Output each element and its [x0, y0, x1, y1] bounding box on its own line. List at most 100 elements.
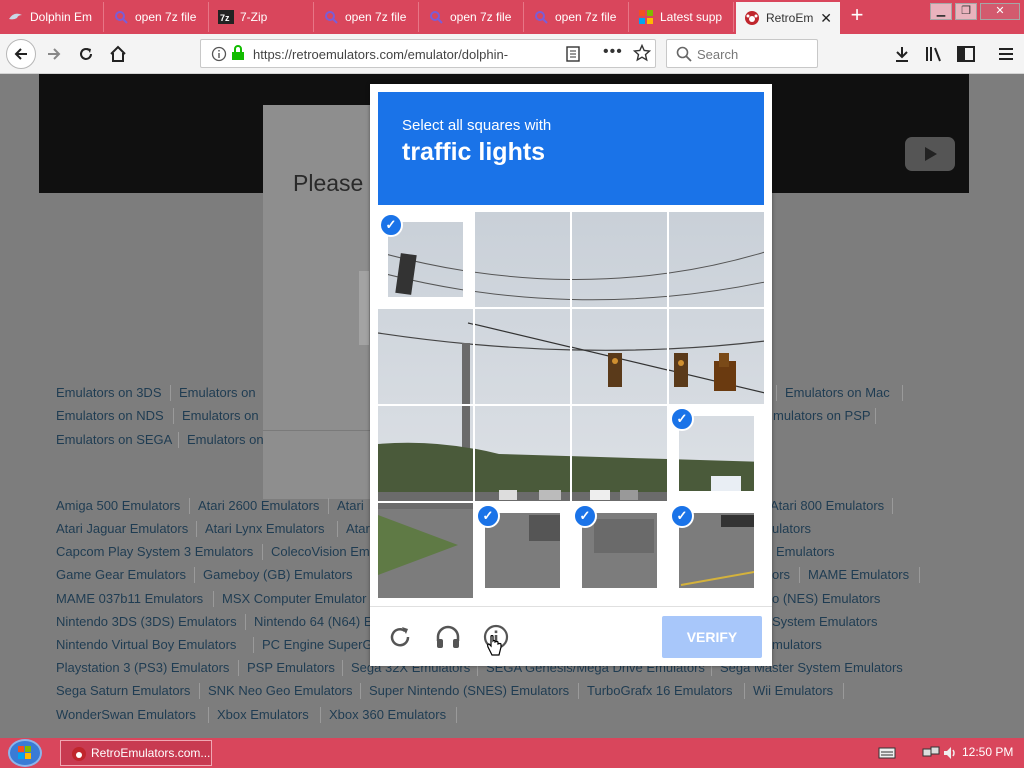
captcha-tile[interactable]: [572, 309, 667, 404]
verify-button[interactable]: VERIFY: [662, 616, 762, 658]
link-emulators[interactable]: Emulators on: [179, 385, 256, 400]
captcha-tile[interactable]: [378, 503, 473, 598]
tab-7zip[interactable]: 7z 7-Zip: [210, 2, 314, 32]
play-icon[interactable]: [905, 137, 955, 171]
link-emulators[interactable]: ors: [772, 567, 790, 582]
link-nes[interactable]: o (NES) Emulators: [772, 591, 880, 606]
captcha-tile[interactable]: [669, 309, 764, 404]
link-separator: [456, 707, 457, 723]
link-capcom[interactable]: Capcom Play System 3 Emulators: [56, 544, 253, 559]
tab-search-1[interactable]: open 7z file: [105, 2, 209, 32]
captcha-tile[interactable]: [378, 406, 473, 501]
captcha-tile[interactable]: [475, 309, 570, 404]
link-emulators[interactable]: Emulators on: [182, 408, 259, 423]
link-virtual-boy[interactable]: Nintendo Virtual Boy Emulators: [56, 637, 236, 652]
link-mame[interactable]: MAME Emulators: [808, 567, 909, 582]
tab-search-2[interactable]: open 7z file: [315, 2, 419, 32]
link-separator: [799, 567, 800, 583]
link-mame-037b11[interactable]: MAME 037b11 Emulators: [56, 591, 203, 606]
link-game-gear[interactable]: Game Gear Emulators: [56, 567, 186, 582]
link-ps3[interactable]: Playstation 3 (PS3) Emulators: [56, 660, 229, 675]
link-neo-geo[interactable]: SNK Neo Geo Emulators: [208, 683, 353, 698]
link-separator: [320, 707, 321, 723]
link-msx[interactable]: MSX Computer Emulator: [222, 591, 367, 606]
link-nintendo-64[interactable]: Nintendo 64 (N64) E: [254, 614, 373, 629]
captcha-tile[interactable]: [572, 212, 667, 307]
link-amiga[interactable]: Amiga 500 Emulators: [56, 498, 180, 513]
link-nintendo-3ds[interactable]: Nintendo 3DS (3DS) Emulators: [56, 614, 237, 629]
reader-view-icon[interactable]: [565, 46, 581, 65]
link-gameboy[interactable]: Gameboy (GB) Emulators: [203, 567, 353, 582]
library-button[interactable]: [920, 41, 948, 67]
link-saturn[interactable]: Sega Saturn Emulators: [56, 683, 190, 698]
captcha-tile[interactable]: [572, 406, 667, 501]
link-psp[interactable]: PSP Emulators: [247, 660, 335, 675]
link-colecovision[interactable]: ColecoVision Em: [271, 544, 370, 559]
link-turbografx[interactable]: TurboGrafx 16 Emulators: [587, 683, 732, 698]
downloads-button[interactable]: [888, 41, 916, 67]
more-actions-icon[interactable]: •••: [603, 43, 623, 61]
captcha-tile[interactable]: [378, 309, 473, 404]
link-xbox[interactable]: Xbox Emulators: [217, 707, 309, 722]
dialog-panel-edge: [359, 271, 369, 345]
volume-icon[interactable]: [942, 745, 958, 764]
tab-dolphin[interactable]: Dolphin Em: [0, 2, 104, 32]
link-3ds[interactable]: Emulators on 3DS: [56, 385, 162, 400]
address-bar[interactable]: https://retroemulators.com/emulator/dolp…: [200, 39, 656, 68]
link-wonderswan[interactable]: WonderSwan Emulators: [56, 707, 196, 722]
link-sega[interactable]: Emulators on SEGA: [56, 432, 172, 447]
tab-search-3[interactable]: open 7z file: [420, 2, 524, 32]
tab-label: Dolphin Em: [30, 10, 93, 24]
link-master-system[interactable]: System Emulators: [772, 614, 877, 629]
link-separator: [342, 660, 343, 676]
link-snes[interactable]: Super Nintendo (SNES) Emulators: [369, 683, 569, 698]
reload-icon: [80, 48, 92, 60]
back-button[interactable]: [6, 39, 36, 69]
search-input[interactable]: Search: [666, 39, 818, 68]
link-atari-800[interactable]: Atari 800 Emulators: [770, 498, 884, 513]
close-window-button[interactable]: ✕: [980, 3, 1020, 20]
link-atari[interactable]: Atari: [337, 498, 364, 513]
link-emulators[interactable]: Emulators on: [187, 432, 264, 447]
tab-windows[interactable]: Latest supp: [630, 2, 734, 32]
sidebar-button[interactable]: [952, 41, 980, 67]
captcha-tile[interactable]: [475, 406, 570, 501]
link-xbox-360[interactable]: Xbox 360 Emulators: [329, 707, 446, 722]
reload-challenge-icon[interactable]: [386, 623, 414, 651]
audio-challenge-icon[interactable]: [434, 623, 462, 651]
reload-button[interactable]: [72, 41, 100, 67]
captcha-tile[interactable]: [669, 212, 764, 307]
link-emulators[interactable]: mulators: [772, 637, 822, 652]
link-emulators[interactable]: Emulators: [776, 544, 835, 559]
close-tab-icon[interactable]: ✕: [820, 10, 832, 27]
link-atari-jaguar[interactable]: Atari Jaguar Emulators: [56, 521, 188, 536]
captcha-tile[interactable]: [475, 212, 570, 307]
star-icon[interactable]: [632, 43, 652, 65]
link-wii[interactable]: Wii Emulators: [753, 683, 833, 698]
forward-button[interactable]: [40, 41, 68, 67]
new-tab-button[interactable]: +: [846, 4, 868, 28]
taskbar-item-browser[interactable]: RetroEmulators.com...: [60, 740, 212, 766]
link-separator: [199, 683, 200, 699]
link-psp[interactable]: mulators on PSP: [773, 408, 871, 423]
svg-text:7z: 7z: [220, 13, 230, 23]
link-separator: [194, 567, 195, 583]
minimize-button[interactable]: ▁: [930, 3, 952, 20]
link-pc-engine[interactable]: PC Engine SuperG: [262, 637, 373, 652]
tab-retroemulators[interactable]: RetroEm ✕: [736, 2, 840, 34]
menu-button[interactable]: [992, 41, 1020, 67]
link-mac[interactable]: Emulators on Mac: [785, 385, 890, 400]
info-icon[interactable]: [211, 46, 227, 65]
home-icon: [110, 45, 126, 62]
start-button[interactable]: [8, 739, 42, 767]
link-emulators[interactable]: ulators: [772, 521, 811, 536]
link-atari-more[interactable]: Atar: [346, 521, 370, 536]
link-atari-2600[interactable]: Atari 2600 Emulators: [198, 498, 319, 513]
link-nds[interactable]: Emulators on NDS: [56, 408, 164, 423]
keyboard-icon[interactable]: [878, 746, 896, 763]
tab-search-4[interactable]: open 7z file: [525, 2, 629, 32]
maximize-button[interactable]: ❐: [955, 3, 977, 20]
home-button[interactable]: [104, 41, 132, 67]
link-atari-lynx[interactable]: Atari Lynx Emulators: [205, 521, 324, 536]
network-icon[interactable]: [922, 746, 940, 763]
